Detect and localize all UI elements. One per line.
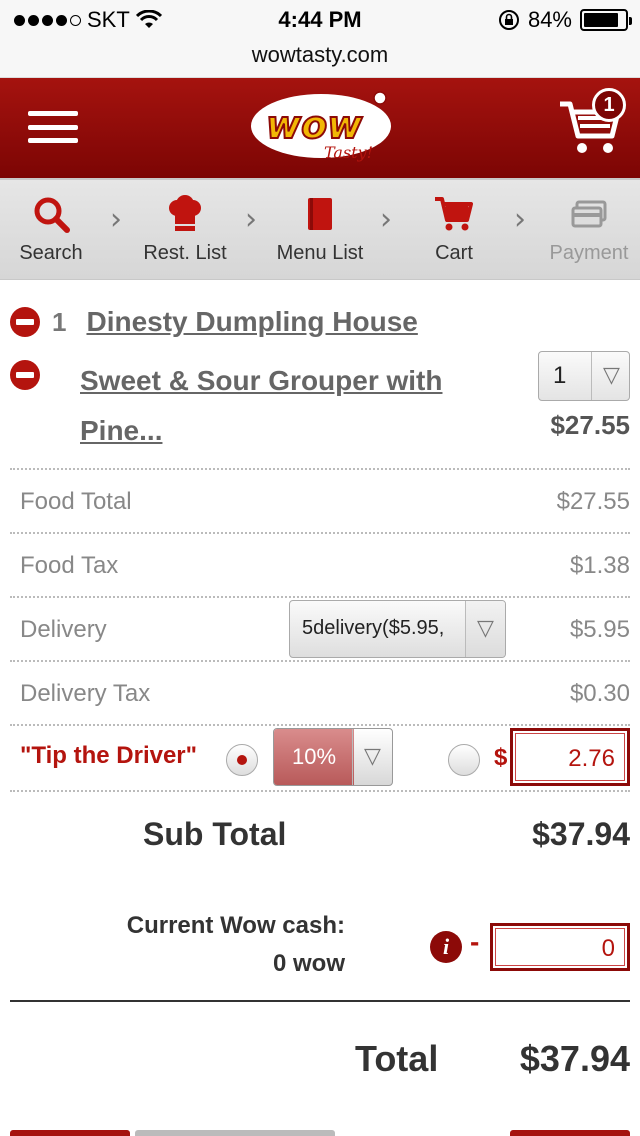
restaurant-count: 1	[52, 306, 67, 337]
status-right: 84%	[498, 7, 632, 33]
cart-count-badge[interactable]: 1	[592, 88, 626, 122]
delivery-option-value: 5delivery($5.95,	[302, 617, 445, 639]
wow-cash-input[interactable]: 0	[490, 923, 630, 971]
total-value: $37.94	[519, 1038, 630, 1079]
cart-icon	[435, 197, 473, 231]
battery-percent: 84%	[527, 7, 572, 32]
wow-cash-balance: 0 wow	[272, 950, 345, 977]
wow-cash-input-value: 0	[601, 935, 615, 962]
wowtasty-logo[interactable]: wow Tasty!	[246, 86, 396, 168]
restaurant-row: 1 Dinesty Dumpling House	[10, 306, 418, 338]
tip-percent-radio[interactable]	[226, 744, 258, 776]
item-price: $27.55	[550, 410, 630, 440]
quantity-select[interactable]: 1 ▽	[538, 351, 630, 401]
bottom-button-right[interactable]	[510, 1130, 630, 1136]
chef-hat-icon	[169, 195, 201, 231]
chevron-down-icon: ▽	[465, 601, 505, 657]
chevron-right-icon: ›	[514, 202, 526, 237]
svg-text:wow: wow	[266, 103, 363, 147]
step-payment[interactable]: Payment	[534, 192, 640, 265]
remove-item-icon[interactable]	[10, 360, 40, 390]
tip-custom-radio[interactable]	[448, 744, 480, 776]
bottom-buttons-peek	[0, 1130, 640, 1136]
chevron-right-icon: ›	[110, 202, 122, 237]
bottom-button-middle[interactable]	[135, 1130, 335, 1136]
subtotal-label: Sub Total	[143, 816, 287, 852]
tip-percent-select[interactable]: 10% ▽	[273, 728, 393, 786]
delivery-tax-label: Delivery Tax	[20, 680, 151, 707]
tip-label: "Tip the Driver"	[20, 742, 198, 769]
bottom-button-left[interactable]	[10, 1130, 130, 1136]
food-tax-value: $1.38	[569, 552, 630, 579]
url-text: wowtasty.com	[251, 42, 389, 67]
site-header: wow Tasty!	[0, 78, 640, 178]
food-total-row: Food Total $27.55	[10, 470, 630, 534]
step-label: Cart	[435, 242, 473, 264]
wow-cash-minus: -	[470, 926, 480, 957]
step-rest-list[interactable]: Rest. List	[130, 192, 240, 265]
delivery-tax-value: $0.30	[569, 680, 630, 707]
restaurant-link[interactable]: Dinesty Dumpling House	[86, 306, 417, 338]
item-link[interactable]: Sweet & Sour Grouper with Pine...	[80, 356, 480, 456]
delivery-tax-row: Delivery Tax $0.30	[10, 662, 630, 726]
tip-amount-value: 2.76	[568, 745, 615, 772]
menu-book-icon	[308, 198, 332, 230]
tip-percent-value: 10%	[274, 729, 354, 785]
subtotal-value: $37.94	[532, 816, 630, 852]
step-label: Menu List	[276, 242, 364, 264]
chevron-right-icon: ›	[380, 202, 392, 237]
food-total-value: $27.55	[556, 488, 630, 515]
wow-cash-label: Current Wow cash:	[126, 912, 345, 939]
total-divider	[10, 1000, 630, 1002]
svg-text:Tasty!: Tasty!	[324, 143, 373, 162]
step-label: Search	[19, 242, 83, 264]
quantity-value: 1	[553, 362, 567, 389]
delivery-value: $5.95	[569, 616, 630, 643]
delivery-option-select[interactable]: 5delivery($5.95, ▽	[289, 600, 506, 658]
step-menu-list[interactable]: Menu List	[265, 192, 375, 265]
tip-currency: $	[494, 744, 508, 771]
payment-card-icon	[571, 200, 607, 228]
chevron-right-icon: ›	[245, 202, 257, 237]
chevron-down-icon: ▽	[591, 352, 631, 400]
step-cart[interactable]: Cart	[399, 192, 509, 265]
search-icon	[34, 197, 70, 233]
delivery-label: Delivery	[20, 616, 107, 643]
total-label: Total	[355, 1038, 439, 1079]
info-icon[interactable]: i	[430, 931, 462, 963]
remove-restaurant-icon[interactable]	[10, 307, 40, 337]
rotation-lock-icon	[498, 10, 519, 30]
food-tax-row: Food Tax $1.38	[10, 534, 630, 598]
step-search[interactable]: Search	[0, 192, 106, 265]
status-bar: SKT 4:44 PM 84%	[0, 0, 640, 40]
url-bar[interactable]: wowtasty.com	[0, 40, 640, 78]
order-steps-nav: Search › Rest. List › Menu List › Cart ›…	[0, 178, 640, 280]
step-label: Rest. List	[143, 242, 227, 264]
step-label: Payment	[549, 242, 629, 264]
food-total-label: Food Total	[20, 488, 132, 515]
food-tax-label: Food Tax	[20, 552, 119, 579]
battery-icon	[580, 9, 632, 31]
hamburger-icon[interactable]	[28, 111, 78, 143]
chevron-down-icon: ▽	[352, 729, 392, 785]
tip-amount-input[interactable]: 2.76	[510, 728, 630, 786]
